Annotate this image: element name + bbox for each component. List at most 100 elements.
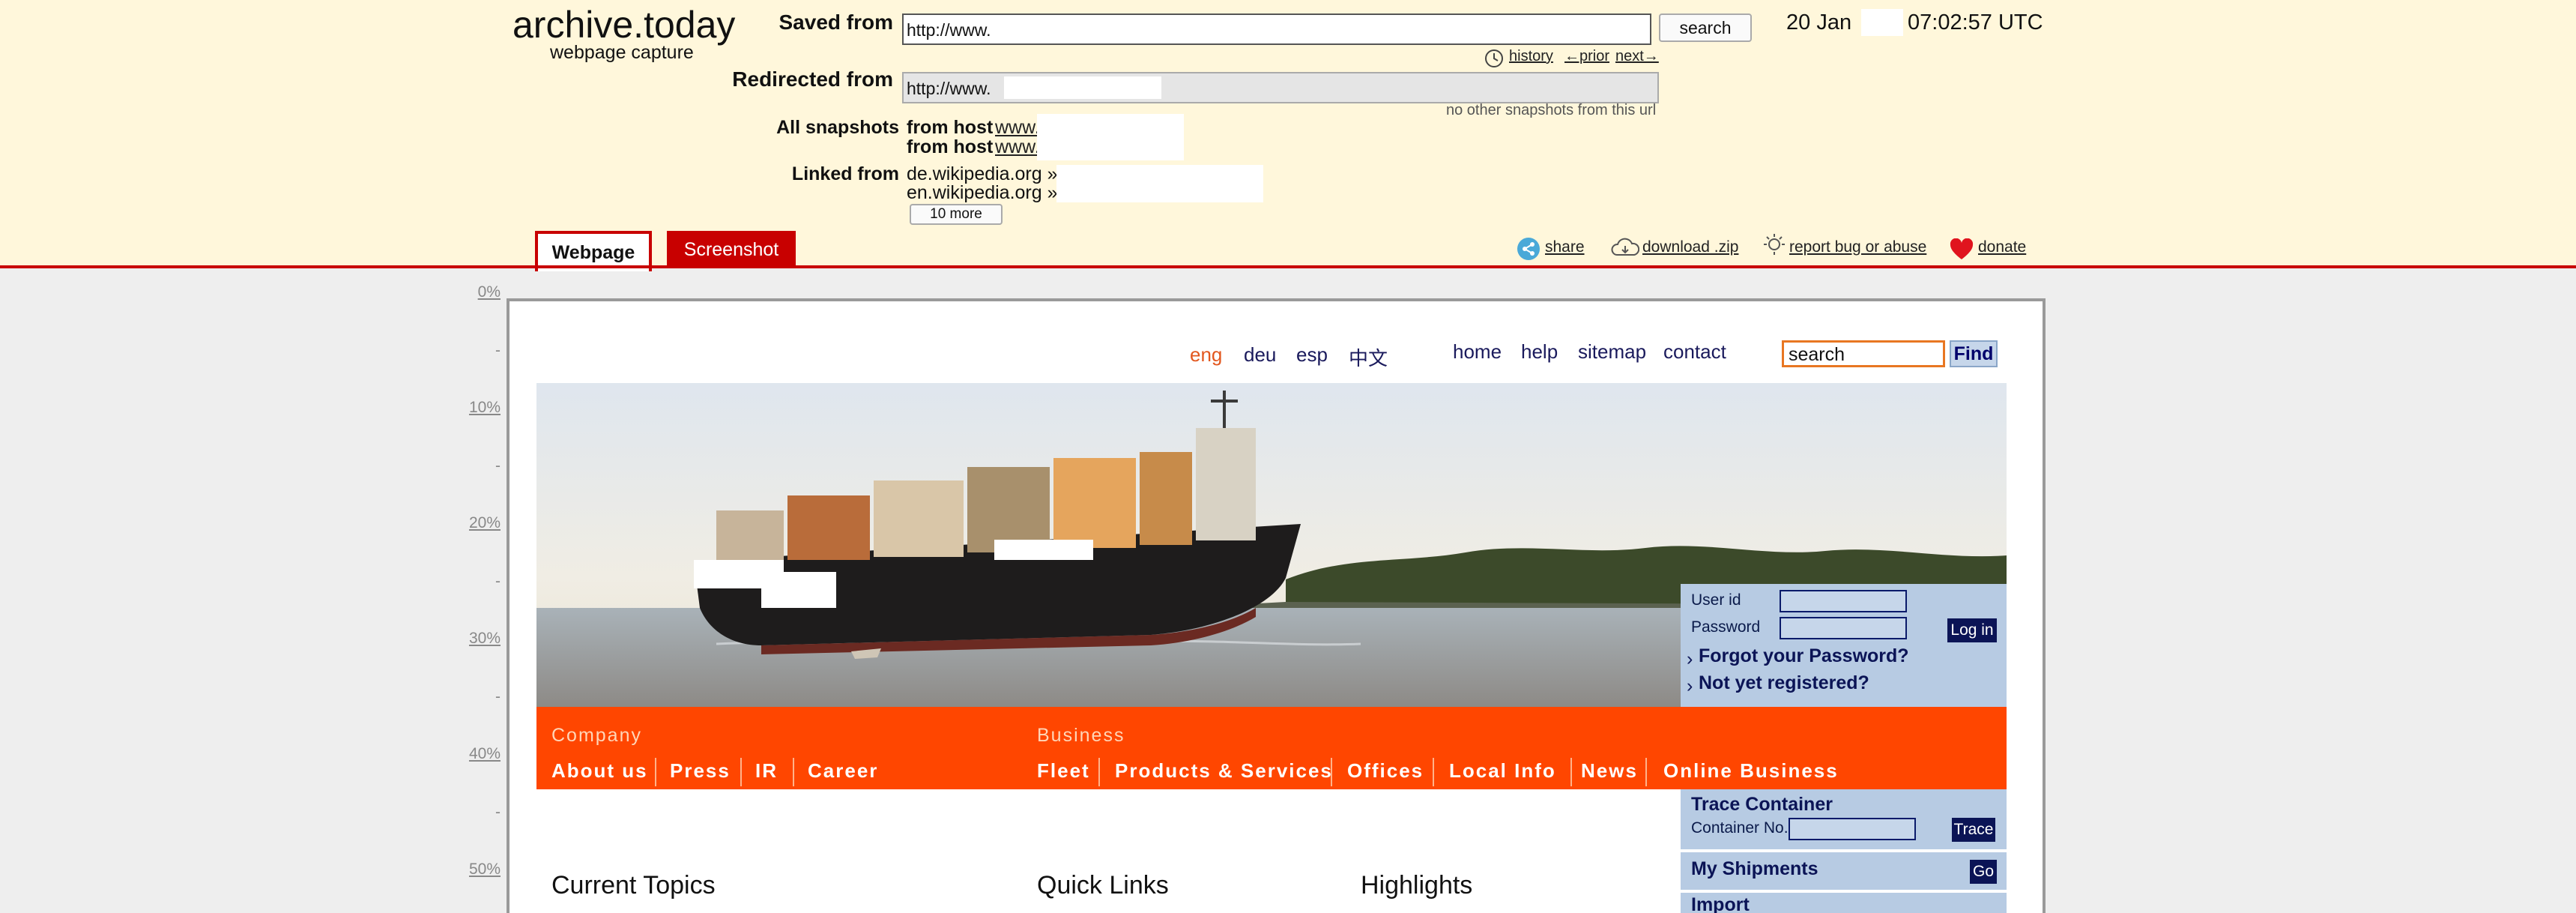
current-topics-heading: Current Topics [551,871,716,900]
ruler-tick: - [495,457,501,474]
container-no-input[interactable] [1789,818,1916,840]
import-link[interactable]: Import [1691,894,1750,913]
lang-chinese[interactable]: 中文 [1349,343,1388,371]
ruler-tick: - [495,804,501,821]
redacted-year [1861,9,1903,36]
archive-header: archive.today webpage capture Saved from… [0,0,2576,271]
redacted-links [1056,165,1263,202]
share-link[interactable]: share [1545,238,1585,256]
ruler-50[interactable]: 50% [450,861,501,879]
nav-news[interactable]: News [1581,759,1638,783]
password-input[interactable] [1780,617,1907,639]
container-no-label: Container No. [1691,819,1789,837]
panel-divider [1681,849,2007,852]
nav-separator [1645,758,1647,786]
highlights-heading: Highlights [1361,871,1473,900]
ruler-20[interactable]: 20% [450,514,501,532]
quick-links-heading: Quick Links [1037,871,1169,900]
ruler-10[interactable]: 10% [450,399,501,417]
lang-deu[interactable]: deu [1244,343,1276,367]
nav-online-business[interactable]: Online Business [1663,759,1839,783]
lang-eng[interactable]: eng [1190,343,1222,367]
nav-offices[interactable]: Offices [1347,759,1424,783]
capture-time: 07:02:57 UTC [1908,10,2043,34]
panel-divider [1681,890,2007,893]
redirected-from-label: Redirected from [732,67,893,91]
prior-link[interactable]: ←prior [1564,48,1609,65]
share-icon[interactable] [1517,237,1541,261]
log-in-button[interactable]: Log in [1947,618,1997,642]
login-panel: User id Password Log in › Forgot your Pa… [1681,584,2007,707]
trace-panel: Trace Container Container No. Trace My S… [1681,789,2007,913]
my-shipments-link[interactable]: My Shipments [1691,858,1818,880]
bug-lightbulb-icon[interactable] [1762,232,1786,258]
saved-from-field[interactable]: http://www. [902,13,1651,45]
site-search-input[interactable]: search [1782,340,1945,367]
nav-separator [655,758,656,786]
linked-from-2[interactable]: en.wikipedia.org » [907,182,1058,204]
nav-home[interactable]: home [1453,340,1502,364]
password-label: Password [1691,618,1761,636]
chevron-right-icon: › [1687,648,1693,669]
nav-career[interactable]: Career [808,759,878,783]
redacted-url [1004,76,1161,99]
nav-local-info[interactable]: Local Info [1449,759,1556,783]
find-button[interactable]: Find [1950,340,1998,367]
capture-date: 20 Jan [1786,10,1852,34]
history-icon[interactable] [1484,48,1505,69]
archive-brand-subtitle: webpage capture [550,42,694,63]
nav-separator [1098,758,1100,786]
all-snapshots-label: All snapshots [776,117,899,138]
register-link[interactable]: Not yet registered? [1699,672,1869,694]
nav-products-services[interactable]: Products & Services [1115,759,1333,783]
download-zip-link[interactable]: download .zip [1642,238,1738,256]
ruler-0[interactable]: 0% [450,283,501,301]
cloud-download-icon[interactable] [1611,237,1640,259]
header-divider [0,265,2576,268]
nav-separator [1570,758,1572,786]
forgot-password-link[interactable]: Forgot your Password? [1699,645,1909,667]
from-host-label-1: from host [907,117,994,138]
trace-container-heading: Trace Container [1691,794,1833,815]
site-main-nav: Company Business About us Press IR Caree… [536,707,2007,789]
nav-ir[interactable]: IR [755,759,778,783]
ruler-30[interactable]: 30% [450,630,501,648]
chevron-right-icon: › [1687,675,1693,696]
nav-separator [740,758,742,786]
trace-button[interactable]: Trace [1952,818,1995,842]
heart-icon[interactable] [1950,238,1974,261]
tab-screenshot[interactable]: Screenshot [667,231,796,268]
nav-sitemap[interactable]: sitemap [1578,340,1646,364]
nav-help[interactable]: help [1521,340,1558,364]
nav-about-us[interactable]: About us [551,759,648,783]
lang-esp[interactable]: esp [1296,343,1328,367]
nav-separator [793,758,794,786]
go-button[interactable]: Go [1970,860,1997,884]
no-other-snapshots-note: no other snapshots from this url [1446,102,1657,118]
history-link[interactable]: history [1509,48,1553,65]
archive-brand[interactable]: archive.today [513,3,735,46]
redacted-hosts [1037,114,1184,160]
nav-separator [1331,758,1332,786]
captured-page: eng deu esp 中文 home help sitemap contact… [536,301,2007,913]
host-link-2[interactable]: www. [995,136,1040,158]
user-id-input[interactable] [1780,590,1907,612]
business-heading: Business [1037,725,1125,746]
ruler-40[interactable]: 40% [450,745,501,763]
company-heading: Company [551,725,642,746]
more-links-button[interactable]: 10 more [910,204,1003,225]
ruler-tick: - [495,573,501,590]
saved-from-label: Saved from [778,10,894,34]
nav-contact[interactable]: contact [1663,340,1726,364]
next-link[interactable]: next→ [1615,48,1659,65]
host-link-1[interactable]: www. [995,117,1040,139]
report-bug-link[interactable]: report bug or abuse [1789,238,1926,256]
donate-link[interactable]: donate [1978,238,2026,256]
search-button[interactable]: search [1659,13,1752,42]
ruler-tick: - [495,688,501,705]
nav-press[interactable]: Press [670,759,731,783]
user-id-label: User id [1691,591,1741,609]
nav-fleet[interactable]: Fleet [1037,759,1090,783]
ruler-tick: - [495,342,501,359]
from-host-label-2: from host [907,136,994,157]
